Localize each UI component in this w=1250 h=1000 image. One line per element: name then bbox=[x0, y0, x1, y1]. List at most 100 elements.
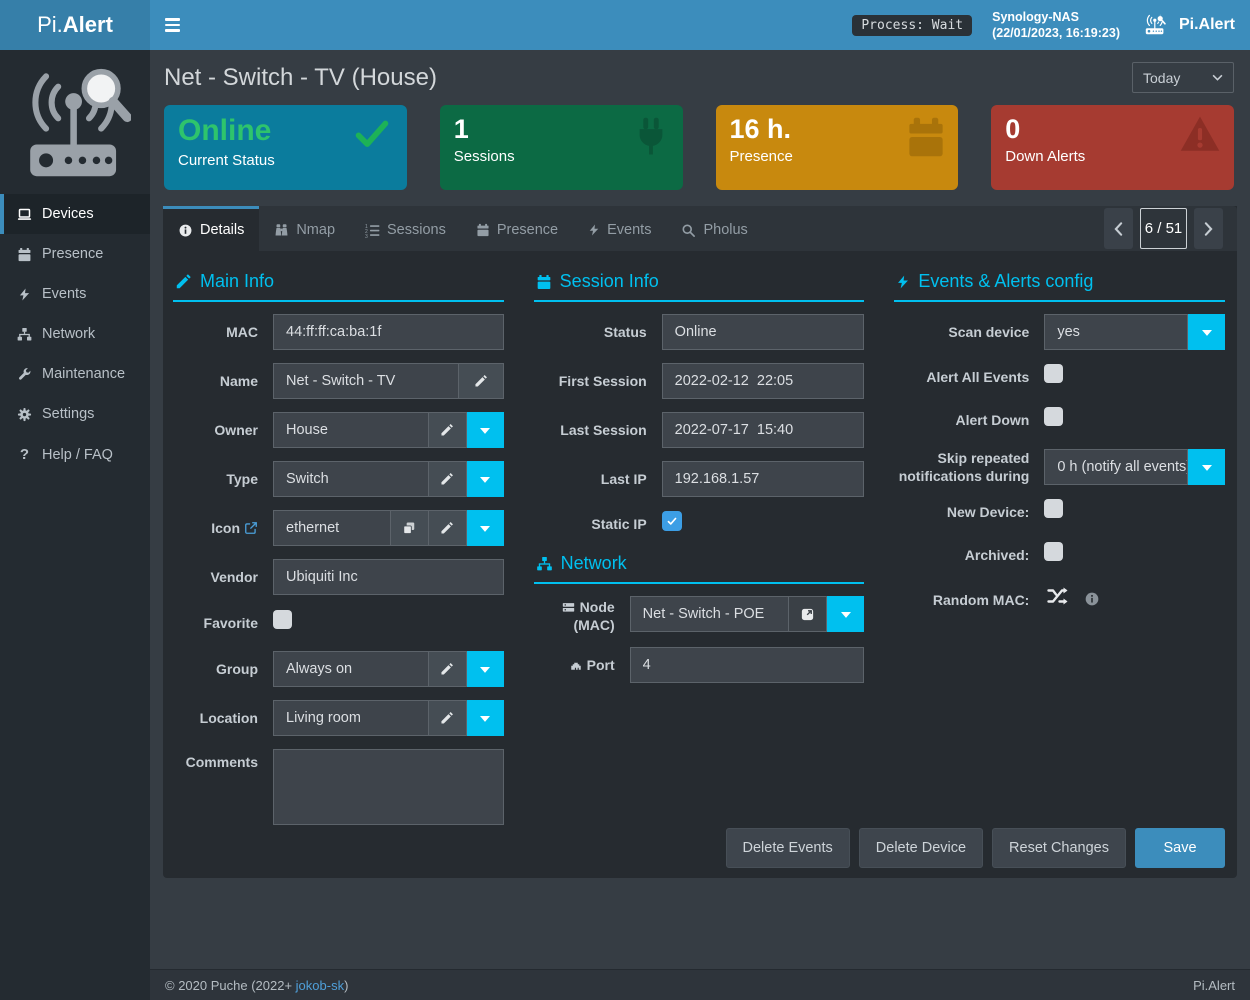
first-session-input[interactable] bbox=[662, 363, 865, 399]
field-port: Port bbox=[534, 647, 865, 683]
comments-textarea[interactable] bbox=[273, 749, 504, 825]
vendor-input[interactable] bbox=[273, 559, 504, 595]
tab-sessions[interactable]: 123 Sessions bbox=[350, 206, 461, 251]
top-navbar: Pi.Alert Process: Wait Synology-NAS (22/… bbox=[0, 0, 1250, 50]
pencil-icon bbox=[440, 423, 454, 437]
main-info-header: Main Info bbox=[173, 271, 504, 302]
sidebar-item-maintenance[interactable]: Maintenance bbox=[0, 354, 150, 394]
alert-down-checkbox[interactable] bbox=[1044, 407, 1063, 426]
edit-group-button[interactable] bbox=[429, 651, 467, 687]
scan-device-select[interactable]: yes bbox=[1044, 314, 1188, 350]
external-link-icon[interactable] bbox=[244, 521, 258, 535]
field-skip-notifications: Skip repeated notifications during 0 h (… bbox=[894, 449, 1225, 485]
delete-events-button[interactable]: Delete Events bbox=[726, 828, 850, 868]
mac-input[interactable] bbox=[273, 314, 504, 350]
footer-author-link[interactable]: jokob-sk bbox=[296, 978, 344, 993]
save-button[interactable]: Save bbox=[1135, 828, 1225, 868]
svg-text:3: 3 bbox=[365, 234, 368, 238]
tab-events[interactable]: Events bbox=[573, 206, 666, 251]
sidebar-item-events[interactable]: Events bbox=[0, 274, 150, 314]
sidebar-item-network[interactable]: Network bbox=[0, 314, 150, 354]
sidebar-item-help[interactable]: ? Help / FAQ bbox=[0, 434, 150, 475]
owner-input[interactable] bbox=[273, 412, 429, 448]
card-current-status[interactable]: Online Current Status bbox=[164, 105, 407, 190]
tab-presence[interactable]: Presence bbox=[461, 206, 573, 251]
edit-location-button[interactable] bbox=[429, 700, 467, 736]
card-label: Current Status bbox=[178, 152, 393, 169]
copy-icon-button[interactable] bbox=[391, 510, 429, 546]
caret-down-icon bbox=[480, 525, 490, 532]
pencil-icon bbox=[474, 374, 488, 388]
info-circle-icon[interactable] bbox=[1084, 591, 1100, 607]
type-dropdown-button[interactable] bbox=[467, 461, 504, 497]
owner-dropdown-button[interactable] bbox=[467, 412, 504, 448]
group-input[interactable] bbox=[273, 651, 429, 687]
sidebar-item-label: Help / FAQ bbox=[42, 447, 113, 463]
bolt-icon bbox=[16, 287, 33, 302]
skip-notifications-dropdown-button[interactable] bbox=[1188, 449, 1225, 485]
next-device-button[interactable] bbox=[1194, 208, 1223, 249]
card-presence[interactable]: 16 h. Presence bbox=[716, 105, 959, 190]
node-input[interactable] bbox=[630, 596, 790, 632]
check-icon bbox=[666, 516, 678, 526]
new-device-checkbox[interactable] bbox=[1044, 499, 1063, 518]
card-down-alerts[interactable]: 0 Down Alerts bbox=[991, 105, 1234, 190]
last-ip-input[interactable] bbox=[662, 461, 865, 497]
device-pager: 6 / 51 bbox=[1104, 208, 1223, 249]
name-input[interactable] bbox=[273, 363, 459, 399]
edit-name-button[interactable] bbox=[459, 363, 504, 399]
node-dropdown-button[interactable] bbox=[827, 596, 864, 632]
sidebar-item-settings[interactable]: Settings bbox=[0, 394, 150, 434]
sidebar-item-label: Maintenance bbox=[42, 366, 125, 382]
tab-details[interactable]: Details bbox=[163, 206, 259, 251]
skip-notifications-select[interactable]: 0 h (notify all events) bbox=[1044, 449, 1188, 485]
topbar-brand-link[interactable]: Pi.Alert bbox=[1140, 13, 1235, 37]
search-icon bbox=[681, 223, 696, 238]
status-input[interactable] bbox=[662, 314, 865, 350]
icon-dropdown-button[interactable] bbox=[467, 510, 504, 546]
favorite-checkbox[interactable] bbox=[273, 610, 292, 629]
alert-all-events-checkbox[interactable] bbox=[1044, 364, 1063, 383]
period-selector[interactable]: Today bbox=[1132, 62, 1234, 93]
location-input[interactable] bbox=[273, 700, 429, 736]
app-logo[interactable]: Pi.Alert bbox=[0, 0, 150, 50]
open-node-button[interactable] bbox=[789, 596, 827, 632]
tab-nmap[interactable]: Nmap bbox=[259, 206, 350, 251]
hamburger-menu-icon[interactable] bbox=[165, 10, 195, 40]
field-alert-all: Alert All Events bbox=[894, 363, 1225, 393]
sidebar-item-devices[interactable]: Devices bbox=[0, 194, 150, 234]
caret-down-icon bbox=[480, 427, 490, 434]
summary-cards: Online Current Status 1 Sessions 16 h. P… bbox=[150, 103, 1250, 190]
field-vendor: Vendor bbox=[173, 559, 504, 595]
sidebar: Devices Presence Events Network Maintena… bbox=[0, 50, 150, 1000]
caret-down-icon bbox=[480, 666, 490, 673]
edit-icon-button[interactable] bbox=[429, 510, 467, 546]
copy-icon bbox=[402, 521, 416, 535]
bolt-icon bbox=[896, 274, 910, 290]
sidebar-item-presence[interactable]: Presence bbox=[0, 234, 150, 274]
footer-copyright: © 2020 Puche (2022+ jokob-sk) bbox=[165, 978, 348, 993]
scan-device-dropdown-button[interactable] bbox=[1188, 314, 1225, 350]
reset-changes-button[interactable]: Reset Changes bbox=[992, 828, 1126, 868]
binoculars-icon bbox=[274, 223, 289, 238]
field-favorite: Favorite bbox=[173, 608, 504, 638]
card-sessions[interactable]: 1 Sessions bbox=[440, 105, 683, 190]
tab-pholus[interactable]: Pholus bbox=[666, 206, 762, 251]
group-dropdown-button[interactable] bbox=[467, 651, 504, 687]
icon-input[interactable] bbox=[273, 510, 391, 546]
location-dropdown-button[interactable] bbox=[467, 700, 504, 736]
edit-owner-button[interactable] bbox=[429, 412, 467, 448]
field-name: Name bbox=[173, 363, 504, 399]
edit-type-button[interactable] bbox=[429, 461, 467, 497]
caret-down-icon bbox=[480, 476, 490, 483]
type-input[interactable] bbox=[273, 461, 429, 497]
last-session-input[interactable] bbox=[662, 412, 865, 448]
prev-device-button[interactable] bbox=[1104, 208, 1133, 249]
wrench-icon bbox=[16, 367, 33, 382]
archived-checkbox[interactable] bbox=[1044, 542, 1063, 561]
port-input[interactable] bbox=[630, 647, 865, 683]
static-ip-checkbox[interactable] bbox=[662, 511, 682, 531]
field-last-ip: Last IP bbox=[534, 461, 865, 497]
main-content: Net - Switch - TV (House) Today Online C… bbox=[150, 50, 1250, 1000]
delete-device-button[interactable]: Delete Device bbox=[859, 828, 983, 868]
